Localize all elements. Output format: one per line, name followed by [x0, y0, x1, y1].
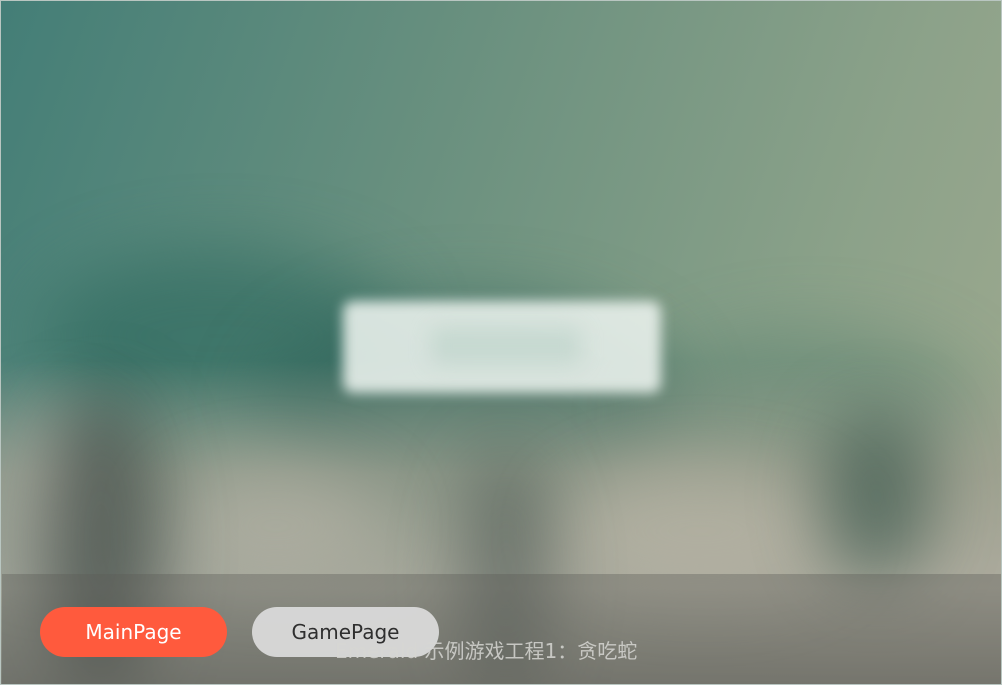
caption-text: Emerald 示例游戏工程1：贪吃蛇	[335, 639, 638, 663]
background-blur-shape	[561, 471, 841, 591]
background-blur-shape	[171, 471, 381, 581]
main-page-button[interactable]: MainPage	[40, 607, 227, 657]
background-blur-shape	[821, 411, 931, 581]
app-window: MainPage GamePage Emerald 示例游戏工程1：贪吃蛇	[0, 0, 1002, 685]
blurred-sign-inner	[431, 327, 581, 365]
